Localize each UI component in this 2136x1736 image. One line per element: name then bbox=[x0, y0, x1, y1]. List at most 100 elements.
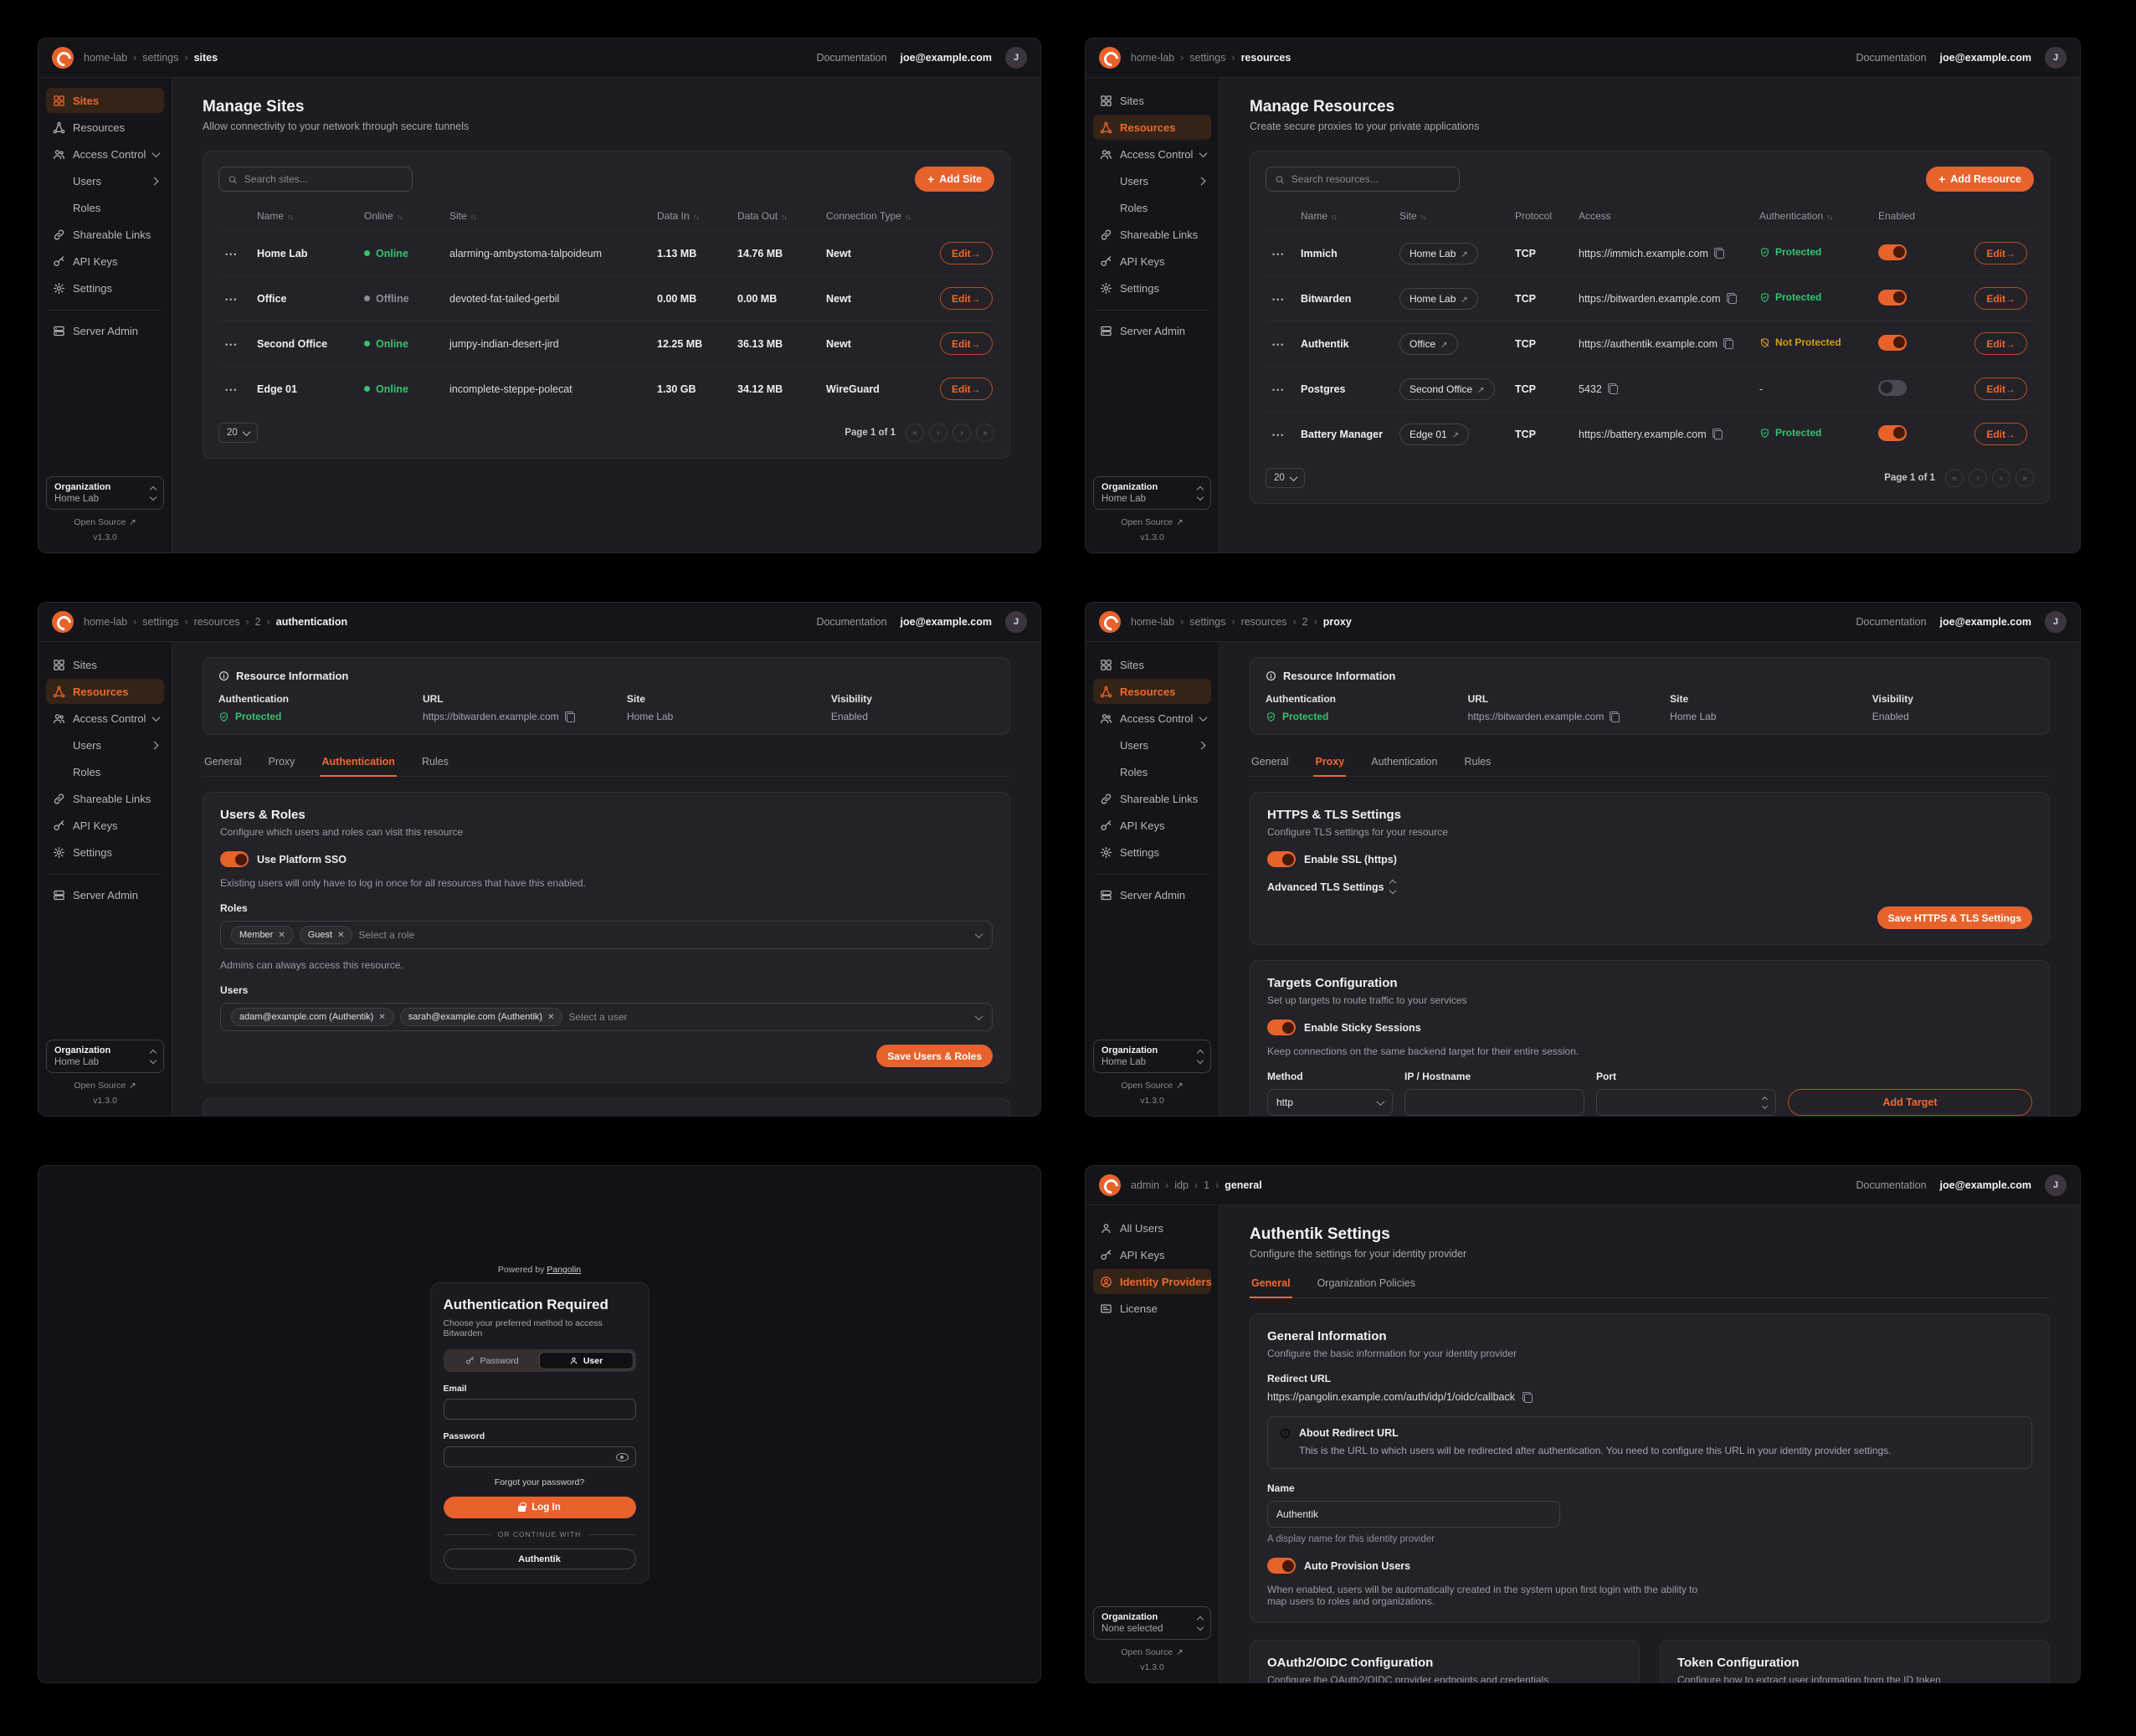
pangolin-logo-icon[interactable] bbox=[1099, 611, 1121, 633]
pangolin-link[interactable]: Pangolin bbox=[547, 1265, 581, 1275]
edit-button[interactable]: Edit bbox=[940, 378, 993, 400]
documentation-link[interactable]: Documentation bbox=[1856, 616, 1926, 628]
remove-chip-icon[interactable]: ✕ bbox=[278, 931, 285, 940]
copy-icon[interactable] bbox=[1727, 293, 1737, 304]
open-source-link[interactable]: Open Source bbox=[74, 1081, 126, 1091]
search-resources-input[interactable] bbox=[1266, 167, 1460, 192]
sidebar-item-shareable-links[interactable]: Shareable Links bbox=[1093, 222, 1211, 247]
enabled-toggle[interactable] bbox=[1878, 244, 1907, 260]
user-avatar[interactable]: J bbox=[1005, 611, 1027, 633]
breadcrumb-item[interactable]: 1 bbox=[1204, 1179, 1219, 1191]
save-users-roles-button[interactable]: Save Users & Roles bbox=[876, 1045, 993, 1067]
remove-chip-icon[interactable]: ✕ bbox=[547, 1013, 554, 1022]
sidebar-item-shareable-links[interactable]: Shareable Links bbox=[1093, 786, 1211, 811]
row-menu-icon[interactable] bbox=[1272, 386, 1285, 394]
edit-button[interactable]: Edit bbox=[1974, 287, 2027, 310]
tab-general[interactable]: General bbox=[203, 750, 243, 776]
copy-icon[interactable] bbox=[1608, 383, 1618, 394]
row-menu-icon[interactable] bbox=[1272, 431, 1285, 439]
tab-rules[interactable]: Rules bbox=[1462, 750, 1492, 776]
enable-ssl-toggle[interactable] bbox=[1267, 851, 1296, 867]
sidebar-item-server-admin[interactable]: Server Admin bbox=[1093, 882, 1211, 907]
user-avatar[interactable]: J bbox=[1005, 47, 1027, 69]
sidebar-item-identity-providers[interactable]: Identity Providers bbox=[1093, 1269, 1211, 1294]
col-type[interactable]: Connection Type bbox=[819, 202, 933, 231]
remove-chip-icon[interactable]: ✕ bbox=[337, 931, 344, 940]
breadcrumb-item[interactable]: home-lab bbox=[84, 52, 136, 64]
row-menu-icon[interactable] bbox=[225, 386, 238, 394]
enabled-toggle[interactable] bbox=[1878, 425, 1907, 441]
sidebar-item-sites[interactable]: Sites bbox=[46, 652, 164, 677]
advanced-tls-settings[interactable]: Advanced TLS Settings bbox=[1267, 881, 2032, 893]
prev-page-button[interactable]: ‹ bbox=[1969, 469, 1987, 487]
enabled-toggle[interactable] bbox=[1878, 380, 1907, 396]
user-email[interactable]: joe@example.com bbox=[901, 52, 992, 64]
breadcrumb-item-current[interactable]: proxy bbox=[1323, 616, 1352, 628]
stepper-icon[interactable] bbox=[1763, 1097, 1767, 1108]
search-sites-input[interactable] bbox=[218, 167, 413, 192]
pangolin-logo-icon[interactable] bbox=[1099, 47, 1121, 69]
auto-provision-toggle[interactable] bbox=[1267, 1558, 1296, 1574]
first-page-button[interactable]: « bbox=[906, 424, 924, 442]
platform-sso-toggle[interactable] bbox=[220, 851, 249, 867]
user-email[interactable]: joe@example.com bbox=[901, 616, 992, 628]
breadcrumb-item-current[interactable]: resources bbox=[1241, 52, 1291, 64]
open-source-link[interactable]: Open Source bbox=[1121, 1081, 1173, 1091]
tab-organization-policies[interactable]: Organization Policies bbox=[1316, 1271, 1417, 1297]
sidebar-item-users[interactable]: Users bbox=[1093, 732, 1211, 758]
documentation-link[interactable]: Documentation bbox=[816, 616, 886, 628]
breadcrumb-item[interactable]: home-lab bbox=[1131, 616, 1184, 628]
idp-name-input[interactable] bbox=[1267, 1501, 1560, 1528]
copy-icon[interactable] bbox=[1522, 1392, 1533, 1403]
sidebar-item-roles[interactable]: Roles bbox=[1093, 759, 1211, 784]
breadcrumb-item[interactable]: settings bbox=[1189, 616, 1235, 628]
sidebar-item-users[interactable]: Users bbox=[46, 168, 164, 193]
sidebar-item-api-keys[interactable]: API Keys bbox=[46, 249, 164, 274]
user-avatar[interactable]: J bbox=[2045, 47, 2067, 69]
sidebar-item-settings[interactable]: Settings bbox=[46, 275, 164, 300]
col-name[interactable]: Name bbox=[1294, 202, 1393, 231]
user-email[interactable]: joe@example.com bbox=[1940, 616, 2031, 628]
edit-button[interactable]: Edit bbox=[1974, 423, 2027, 445]
tab-authentication[interactable]: Authentication bbox=[320, 750, 397, 777]
sidebar-item-sites[interactable]: Sites bbox=[1093, 88, 1211, 113]
copy-icon[interactable] bbox=[1610, 711, 1620, 722]
breadcrumb-item[interactable]: admin bbox=[1131, 1179, 1168, 1191]
site-link-pill[interactable]: Second Office bbox=[1399, 378, 1495, 400]
col-data-out[interactable]: Data Out bbox=[731, 202, 819, 231]
add-target-button[interactable]: Add Target bbox=[1788, 1089, 2032, 1116]
port-input[interactable] bbox=[1596, 1089, 1776, 1116]
tab-user[interactable]: User bbox=[539, 1352, 634, 1369]
documentation-link[interactable]: Documentation bbox=[1856, 52, 1926, 64]
breadcrumb-item[interactable]: home-lab bbox=[84, 616, 136, 628]
org-selector[interactable]: OrganizationHome Lab bbox=[46, 1040, 164, 1073]
breadcrumb-item-current[interactable]: general bbox=[1225, 1179, 1261, 1191]
breadcrumb-item[interactable]: 2 bbox=[1302, 616, 1317, 628]
sidebar-item-access-control[interactable]: Access Control bbox=[1093, 706, 1211, 731]
tab-general[interactable]: General bbox=[1250, 1271, 1292, 1298]
user-avatar[interactable]: J bbox=[2045, 611, 2067, 633]
breadcrumb-item[interactable]: home-lab bbox=[1131, 52, 1184, 64]
sidebar-item-roles[interactable]: Roles bbox=[46, 195, 164, 220]
sidebar-item-resources[interactable]: Resources bbox=[1093, 679, 1211, 704]
col-site[interactable]: Site bbox=[1393, 202, 1508, 231]
prev-page-button[interactable]: ‹ bbox=[929, 424, 947, 442]
sidebar-item-all-users[interactable]: All Users bbox=[1093, 1215, 1211, 1240]
sidebar-item-api-keys[interactable]: API Keys bbox=[1093, 1242, 1211, 1267]
authentik-sso-button[interactable]: Authentik bbox=[444, 1549, 636, 1569]
copy-icon[interactable] bbox=[565, 711, 575, 722]
tab-password[interactable]: Password bbox=[446, 1352, 539, 1369]
tab-proxy[interactable]: Proxy bbox=[266, 750, 296, 776]
sidebar-item-server-admin[interactable]: Server Admin bbox=[46, 318, 164, 343]
last-page-button[interactable]: » bbox=[2015, 469, 2034, 487]
breadcrumb-item-current[interactable]: sites bbox=[194, 52, 218, 64]
site-link-pill[interactable]: Home Lab bbox=[1399, 288, 1478, 310]
page-size-select[interactable]: 20 bbox=[218, 423, 258, 443]
sidebar-item-server-admin[interactable]: Server Admin bbox=[1093, 318, 1211, 343]
col-site[interactable]: Site bbox=[443, 202, 650, 231]
tab-rules[interactable]: Rules bbox=[420, 750, 450, 776]
sidebar-item-roles[interactable]: Roles bbox=[46, 759, 164, 784]
add-site-button[interactable]: Add Site bbox=[915, 167, 994, 192]
row-menu-icon[interactable] bbox=[1272, 295, 1285, 304]
sidebar-item-sites[interactable]: Sites bbox=[1093, 652, 1211, 677]
